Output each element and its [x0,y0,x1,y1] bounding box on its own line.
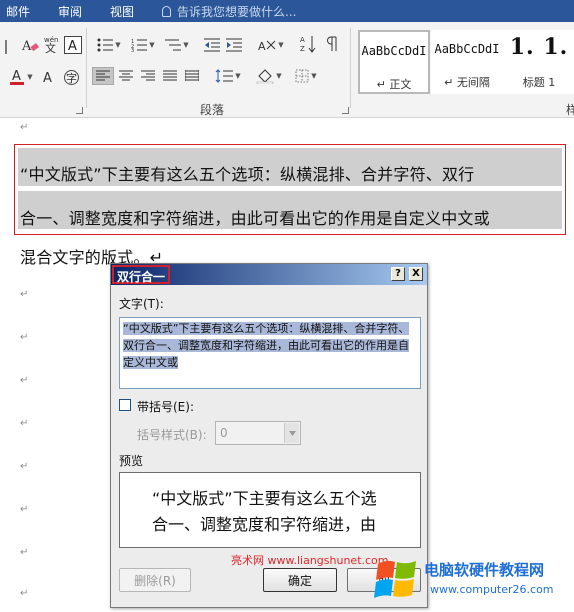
bracket-checkbox-label[interactable]: 带括号(E): [137,398,194,415]
delete-button[interactable]: 删除(R) [119,568,191,592]
center-icon[interactable] [116,67,136,85]
highlight-icon[interactable]: A [40,68,58,86]
paragraph-mark: ↵ [20,588,29,599]
close-button[interactable]: X [409,267,423,281]
group-separator [86,28,87,108]
paragraph-mark: ↵ [20,375,29,386]
svg-text:A: A [43,71,52,85]
text-field-label: 文字(T): [119,297,164,311]
svg-text:文: 文 [45,41,56,53]
bracket-checkbox[interactable] [119,399,131,411]
document-line-1[interactable]: “中文版式”下主要有这么五个选项：纵横混排、合并字符、双行 [20,161,474,185]
group-separator [350,28,351,108]
svg-text:3: 3 [131,48,134,52]
preview-line-2: 合一、调整宽度和字符缩进，由 [152,515,377,534]
font-partial-icon[interactable] [0,38,14,56]
brand-title: 电脑软硬件教程网 [424,561,545,579]
svg-text:A: A [68,39,77,52]
pinyin-guide-icon[interactable]: wén 文 [42,35,62,53]
font-dialog-launcher-icon[interactable] [76,107,83,114]
multilevel-list-icon[interactable]: ▼ [162,36,192,54]
clear-format-icon[interactable]: A [20,36,40,54]
preview-line-1: “中文版式”下主要有这么五个选 [152,489,377,508]
bracket-style-value: 0 [220,426,228,440]
chinese-layout-icon[interactable]: A ▼ [256,36,286,54]
shading-icon[interactable]: ▼ [252,67,286,85]
ok-button[interactable]: 确定 [263,568,337,592]
bracket-style-select[interactable]: 0 [215,421,301,445]
paragraph-dialog-launcher-icon[interactable] [342,107,349,114]
styles-gallery: AaBbCcDdI ↵ 正文 AaBbCcDdI ↵ 无间隔 1. 1. 标题 … [357,30,574,98]
ribbon: A wén 文 A A ▼ A 字 ▼ 1 2 3 ▼ ▼ A ▼ AZ ▼ ▼… [0,22,574,118]
style-name: ↵ 正文 [376,78,412,91]
paragraph-mark: ↵ [20,289,29,300]
dialog-title-bar[interactable]: 双行合一 ? X [111,264,427,285]
svg-text:A: A [12,69,21,84]
paragraph-mark: ↵ [20,418,29,429]
lightbulb-icon [162,6,171,17]
svg-text:A: A [300,36,305,44]
windows-logo-icon [374,560,416,598]
text-field-value: “中文版式”下主要有这么五个选项：纵横混排、合并字符、双行合一、调整宽度和字符缩… [123,322,410,369]
svg-text:A: A [21,39,32,53]
style-heading-1[interactable]: 1. 1. 标题 1 [503,30,574,94]
tab-view[interactable]: 视图 [110,3,134,20]
enclose-character-icon[interactable]: 字 [62,68,80,86]
text-field[interactable]: “中文版式”下主要有这么五个选项：纵横混排、合并字符、双行合一、调整宽度和字符缩… [119,317,421,389]
style-normal[interactable]: AaBbCcDdI ↵ 正文 [358,30,430,94]
paragraph-mark: ↵ [20,122,29,133]
font-color-icon[interactable]: A ▼ [6,68,36,86]
chevron-down-icon[interactable] [284,423,299,443]
paragraph-mark: ↵ [20,547,29,558]
show-marks-icon[interactable] [322,35,342,53]
site-watermark: 亮术网 www.liangshunet.com [231,554,389,567]
justify-icon[interactable] [160,67,180,85]
style-name: ↵ 无间隔 [444,76,490,89]
svg-text:字: 字 [66,71,77,85]
style-no-spacing[interactable]: AaBbCcDdI ↵ 无间隔 [431,30,503,94]
bullets-icon[interactable]: ▼ [94,36,124,54]
tab-mailings[interactable]: 邮件 [6,3,30,20]
styles-group-label: 样 [566,103,574,117]
paragraph-mark: ↵ [20,504,29,515]
ribbon-tab-bar: 邮件 审阅 视图 告诉我您想要做什么... [0,0,574,22]
preview-box: “中文版式”下主要有这么五个选 合一、调整宽度和字符缩进，由 [119,472,421,548]
brand-url: www.computer26.com [430,583,554,596]
preview-label: 预览 [119,454,144,468]
svg-text:A: A [258,40,266,52]
tab-review[interactable]: 审阅 [58,3,82,20]
paragraph-mark: ↵ [20,332,29,343]
paragraph-group-label: 段落 [200,103,225,117]
document-line-2[interactable]: 合一、调整宽度和字符缩进，由此可看出它的作用是自定义中文或 [20,205,490,229]
tell-me-text: 告诉我您想要做什么... [177,5,297,19]
align-left-icon[interactable] [92,67,114,85]
align-right-icon[interactable] [138,67,158,85]
style-sample: AaBbCcDdI [361,44,427,58]
character-border-icon[interactable]: A [64,36,82,54]
dialog-title: 双行合一 [112,265,171,284]
decrease-indent-icon[interactable] [202,36,222,54]
line-spacing-icon[interactable]: ▼ [212,67,244,85]
style-name: 标题 1 [522,76,556,89]
increase-indent-icon[interactable] [224,36,244,54]
svg-text:Z: Z [300,45,305,53]
distributed-icon[interactable] [182,67,202,85]
numbering-icon[interactable]: 1 2 3 ▼ [128,36,158,54]
style-sample: 1. 1. [509,34,569,60]
style-sample: AaBbCcDdI [434,42,500,56]
help-button[interactable]: ? [391,267,405,281]
paragraph-mark: ↵ [20,461,29,472]
bracket-style-label: 括号样式(B): [137,428,207,442]
tell-me-box[interactable]: 告诉我您想要做什么... [162,3,296,20]
borders-icon[interactable]: ▼ [290,67,322,85]
sort-icon[interactable]: AZ [298,35,318,53]
